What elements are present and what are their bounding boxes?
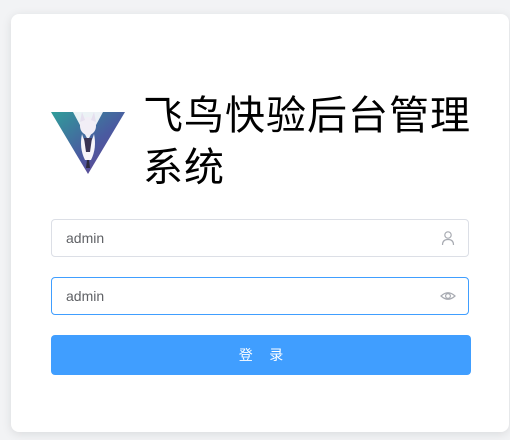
login-card: 飞鸟快验后台管理系统 登 录: [11, 14, 509, 432]
app-title: 飞鸟快验后台管理系统: [143, 93, 471, 191]
brand-header: 飞鸟快验后台管理系统: [51, 92, 491, 204]
eye-icon[interactable]: [440, 288, 456, 304]
login-button[interactable]: 登 录: [51, 335, 471, 375]
password-field[interactable]: [51, 277, 469, 315]
user-icon: [441, 231, 455, 246]
username-input[interactable]: [66, 220, 426, 256]
username-field[interactable]: [51, 219, 469, 257]
logo: [51, 112, 125, 174]
password-input[interactable]: [66, 278, 426, 314]
